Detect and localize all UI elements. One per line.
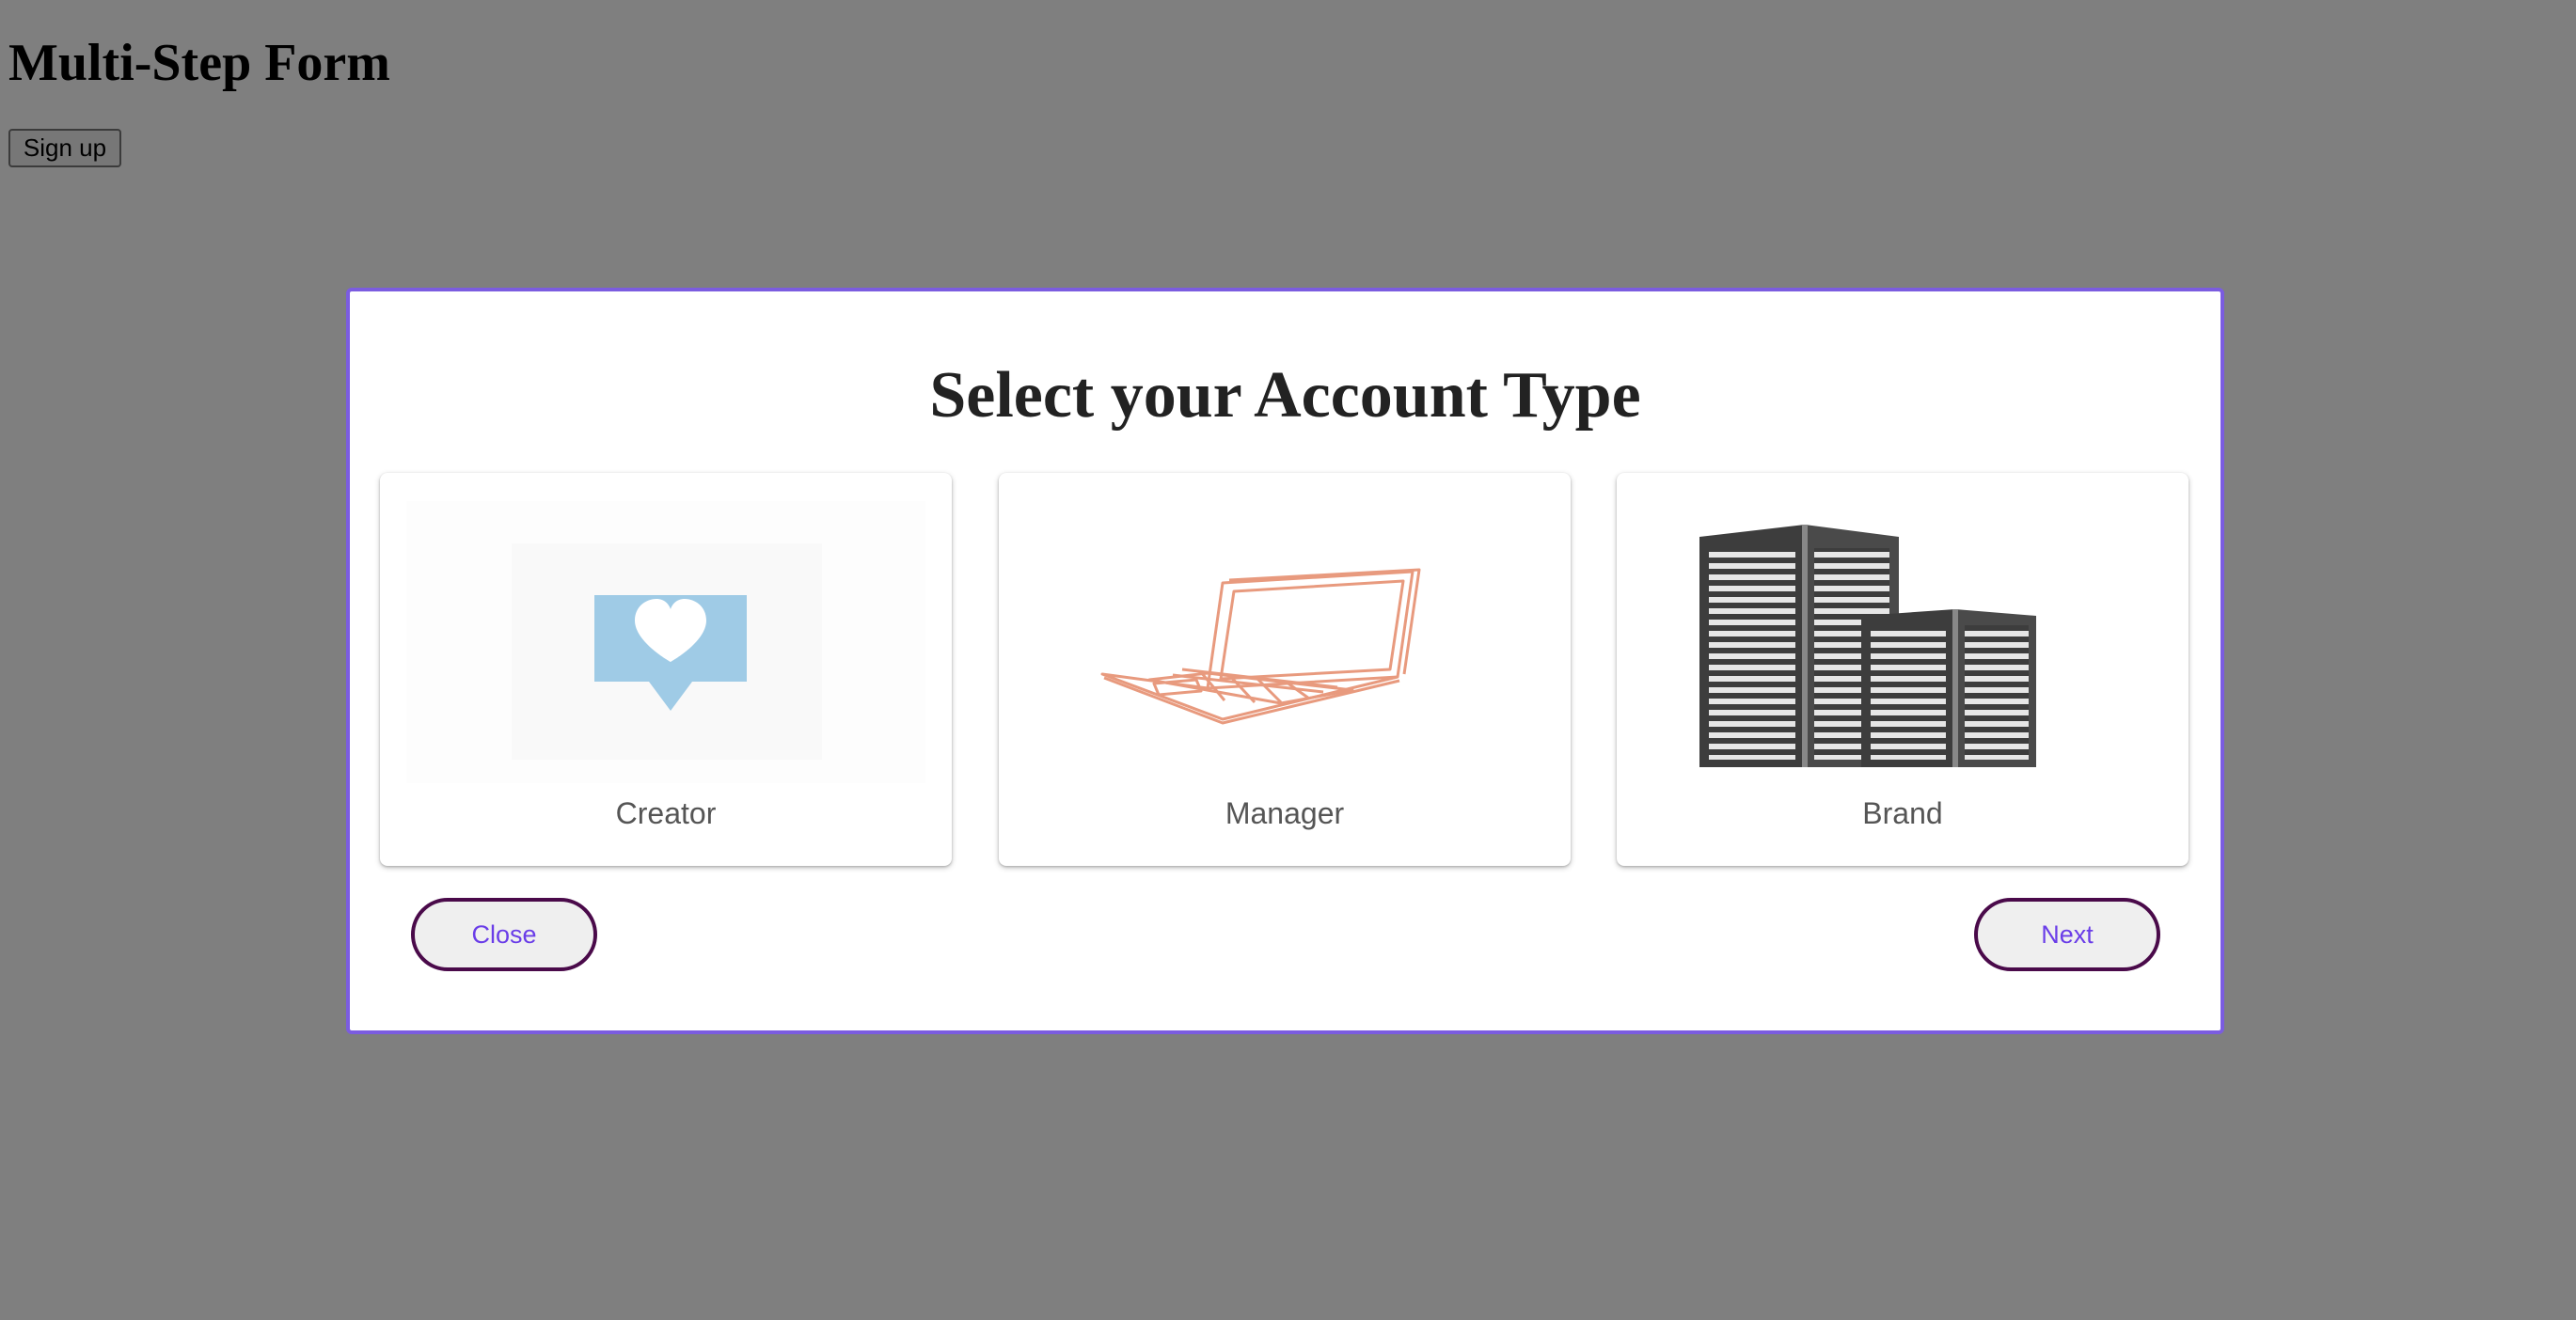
account-card-label: Brand: [1862, 796, 1943, 830]
account-card-label: Manager: [1225, 796, 1345, 830]
close-button[interactable]: Close: [411, 898, 597, 971]
office-buildings-icon: [1617, 473, 2189, 793]
account-card-label: Creator: [615, 796, 717, 830]
next-button[interactable]: Next: [1974, 898, 2160, 971]
modal-title: Select your Account Type: [929, 359, 1641, 432]
account-type-modal: Select your Account Type Creator Manager…: [346, 288, 2224, 1034]
heart-speech-bubble-icon: [380, 473, 952, 793]
account-card-brand[interactable]: Brand: [1617, 473, 2189, 866]
account-card-creator[interactable]: Creator: [380, 473, 952, 866]
laptop-icon: [999, 473, 1571, 793]
account-card-manager[interactable]: Manager: [999, 473, 1571, 866]
